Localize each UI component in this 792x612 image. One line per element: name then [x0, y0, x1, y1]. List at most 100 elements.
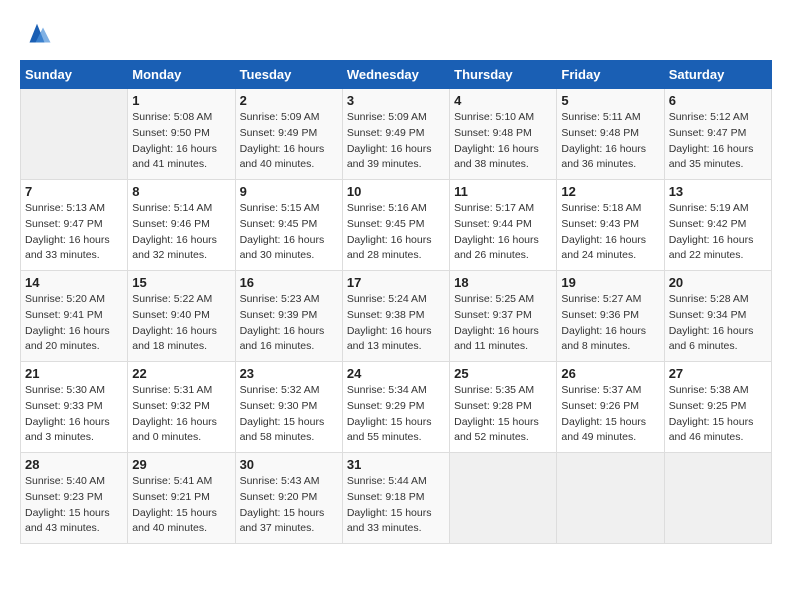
- calendar-cell: [557, 453, 664, 544]
- week-row-1: 1 Sunrise: 5:08 AMSunset: 9:50 PMDaylight…: [21, 89, 772, 180]
- calendar-cell: 10 Sunrise: 5:16 AMSunset: 9:45 PMDayligh…: [342, 180, 449, 271]
- week-row-2: 7Sunrise: 5:13 AMSunset: 9:47 PMDaylight…: [21, 180, 772, 271]
- day-number: 9: [240, 184, 338, 199]
- day-number: 25: [454, 366, 552, 381]
- cell-detail: Sunrise: 5:41 AMSunset: 9:21 PMDaylight:…: [132, 474, 230, 537]
- calendar-cell: 17 Sunrise: 5:24 AMSunset: 9:38 PMDayligh…: [342, 271, 449, 362]
- day-number: 31: [347, 457, 445, 472]
- calendar-cell: 4 Sunrise: 5:10 AMSunset: 9:48 PMDaylight…: [450, 89, 557, 180]
- day-number: 3: [347, 93, 445, 108]
- day-number: 26: [561, 366, 659, 381]
- cell-detail: Sunrise: 5:10 AMSunset: 9:48 PMDaylight:…: [454, 110, 552, 173]
- cell-detail: Sunrise: 5:35 AMSunset: 9:28 PMDaylight:…: [454, 383, 552, 446]
- calendar-cell: 5 Sunrise: 5:11 AMSunset: 9:48 PMDaylight…: [557, 89, 664, 180]
- calendar-cell: 7Sunrise: 5:13 AMSunset: 9:47 PMDaylight…: [21, 180, 128, 271]
- weekday-header-monday: Monday: [128, 61, 235, 89]
- day-number: 20: [669, 275, 767, 290]
- day-number: 17: [347, 275, 445, 290]
- calendar-cell: [21, 89, 128, 180]
- calendar-cell: [450, 453, 557, 544]
- cell-detail: Sunrise: 5:17 AMSunset: 9:44 PMDaylight:…: [454, 201, 552, 264]
- cell-detail: Sunrise: 5:08 AMSunset: 9:50 PMDaylight:…: [132, 110, 230, 173]
- weekday-header-thursday: Thursday: [450, 61, 557, 89]
- day-number: 2: [240, 93, 338, 108]
- calendar-cell: 12 Sunrise: 5:18 AMSunset: 9:43 PMDayligh…: [557, 180, 664, 271]
- week-row-5: 28 Sunrise: 5:40 AMSunset: 9:23 PMDayligh…: [21, 453, 772, 544]
- calendar-cell: 28 Sunrise: 5:40 AMSunset: 9:23 PMDayligh…: [21, 453, 128, 544]
- calendar-cell: 6 Sunrise: 5:12 AMSunset: 9:47 PMDaylight…: [664, 89, 771, 180]
- calendar-cell: 27 Sunrise: 5:38 AMSunset: 9:25 PMDayligh…: [664, 362, 771, 453]
- cell-detail: Sunrise: 5:40 AMSunset: 9:23 PMDaylight:…: [25, 474, 123, 537]
- cell-detail: Sunrise: 5:11 AMSunset: 9:48 PMDaylight:…: [561, 110, 659, 173]
- day-number: 15: [132, 275, 230, 290]
- day-number: 1: [132, 93, 230, 108]
- calendar-cell: 8Sunrise: 5:14 AMSunset: 9:46 PMDaylight…: [128, 180, 235, 271]
- cell-detail: Sunrise: 5:19 AMSunset: 9:42 PMDaylight:…: [669, 201, 767, 264]
- cell-detail: Sunrise: 5:16 AMSunset: 9:45 PMDaylight:…: [347, 201, 445, 264]
- cell-detail: Sunrise: 5:12 AMSunset: 9:47 PMDaylight:…: [669, 110, 767, 173]
- weekday-header-wednesday: Wednesday: [342, 61, 449, 89]
- day-number: 21: [25, 366, 123, 381]
- cell-detail: Sunrise: 5:34 AMSunset: 9:29 PMDaylight:…: [347, 383, 445, 446]
- calendar-cell: 31Sunrise: 5:44 AMSunset: 9:18 PMDayligh…: [342, 453, 449, 544]
- day-number: 11: [454, 184, 552, 199]
- calendar-cell: 30 Sunrise: 5:43 AMSunset: 9:20 PMDayligh…: [235, 453, 342, 544]
- calendar-cell: 11 Sunrise: 5:17 AMSunset: 9:44 PMDayligh…: [450, 180, 557, 271]
- cell-detail: Sunrise: 5:15 AMSunset: 9:45 PMDaylight:…: [240, 201, 338, 264]
- day-number: 12: [561, 184, 659, 199]
- calendar-cell: 21 Sunrise: 5:30 AMSunset: 9:33 PMDayligh…: [21, 362, 128, 453]
- week-row-3: 14 Sunrise: 5:20 AMSunset: 9:41 PMDayligh…: [21, 271, 772, 362]
- calendar-cell: 13Sunrise: 5:19 AMSunset: 9:42 PMDayligh…: [664, 180, 771, 271]
- day-number: 22: [132, 366, 230, 381]
- calendar-cell: 20Sunrise: 5:28 AMSunset: 9:34 PMDayligh…: [664, 271, 771, 362]
- day-number: 5: [561, 93, 659, 108]
- calendar-cell: 1 Sunrise: 5:08 AMSunset: 9:50 PMDaylight…: [128, 89, 235, 180]
- calendar-cell: 15 Sunrise: 5:22 AMSunset: 9:40 PMDayligh…: [128, 271, 235, 362]
- calendar-cell: 3 Sunrise: 5:09 AMSunset: 9:49 PMDaylight…: [342, 89, 449, 180]
- logo-icon: [22, 20, 52, 50]
- calendar-table: SundayMondayTuesdayWednesdayThursdayFrid…: [20, 60, 772, 544]
- calendar-cell: 2 Sunrise: 5:09 AMSunset: 9:49 PMDaylight…: [235, 89, 342, 180]
- cell-detail: Sunrise: 5:31 AMSunset: 9:32 PMDaylight:…: [132, 383, 230, 446]
- cell-detail: Sunrise: 5:43 AMSunset: 9:20 PMDaylight:…: [240, 474, 338, 537]
- day-number: 24: [347, 366, 445, 381]
- cell-detail: Sunrise: 5:32 AMSunset: 9:30 PMDaylight:…: [240, 383, 338, 446]
- day-number: 14: [25, 275, 123, 290]
- calendar-cell: 29 Sunrise: 5:41 AMSunset: 9:21 PMDayligh…: [128, 453, 235, 544]
- day-number: 10: [347, 184, 445, 199]
- day-number: 16: [240, 275, 338, 290]
- day-number: 4: [454, 93, 552, 108]
- day-number: 29: [132, 457, 230, 472]
- page-header: [20, 20, 772, 50]
- cell-detail: Sunrise: 5:09 AMSunset: 9:49 PMDaylight:…: [240, 110, 338, 173]
- day-number: 28: [25, 457, 123, 472]
- weekday-header-row: SundayMondayTuesdayWednesdayThursdayFrid…: [21, 61, 772, 89]
- weekday-header-saturday: Saturday: [664, 61, 771, 89]
- cell-detail: Sunrise: 5:09 AMSunset: 9:49 PMDaylight:…: [347, 110, 445, 173]
- weekday-header-tuesday: Tuesday: [235, 61, 342, 89]
- day-number: 19: [561, 275, 659, 290]
- day-number: 6: [669, 93, 767, 108]
- day-number: 27: [669, 366, 767, 381]
- cell-detail: Sunrise: 5:37 AMSunset: 9:26 PMDaylight:…: [561, 383, 659, 446]
- calendar-cell: 9 Sunrise: 5:15 AMSunset: 9:45 PMDaylight…: [235, 180, 342, 271]
- cell-detail: Sunrise: 5:22 AMSunset: 9:40 PMDaylight:…: [132, 292, 230, 355]
- day-number: 30: [240, 457, 338, 472]
- calendar-cell: 14 Sunrise: 5:20 AMSunset: 9:41 PMDayligh…: [21, 271, 128, 362]
- calendar-cell: 25 Sunrise: 5:35 AMSunset: 9:28 PMDayligh…: [450, 362, 557, 453]
- calendar-cell: 26 Sunrise: 5:37 AMSunset: 9:26 PMDayligh…: [557, 362, 664, 453]
- cell-detail: Sunrise: 5:30 AMSunset: 9:33 PMDaylight:…: [25, 383, 123, 446]
- cell-detail: Sunrise: 5:20 AMSunset: 9:41 PMDaylight:…: [25, 292, 123, 355]
- cell-detail: Sunrise: 5:24 AMSunset: 9:38 PMDaylight:…: [347, 292, 445, 355]
- calendar-cell: 24 Sunrise: 5:34 AMSunset: 9:29 PMDayligh…: [342, 362, 449, 453]
- cell-detail: Sunrise: 5:25 AMSunset: 9:37 PMDaylight:…: [454, 292, 552, 355]
- calendar-cell: 16Sunrise: 5:23 AMSunset: 9:39 PMDayligh…: [235, 271, 342, 362]
- weekday-header-friday: Friday: [557, 61, 664, 89]
- logo: [20, 20, 52, 50]
- calendar-cell: 18 Sunrise: 5:25 AMSunset: 9:37 PMDayligh…: [450, 271, 557, 362]
- day-number: 7: [25, 184, 123, 199]
- cell-detail: Sunrise: 5:38 AMSunset: 9:25 PMDaylight:…: [669, 383, 767, 446]
- cell-detail: Sunrise: 5:18 AMSunset: 9:43 PMDaylight:…: [561, 201, 659, 264]
- day-number: 18: [454, 275, 552, 290]
- week-row-4: 21 Sunrise: 5:30 AMSunset: 9:33 PMDayligh…: [21, 362, 772, 453]
